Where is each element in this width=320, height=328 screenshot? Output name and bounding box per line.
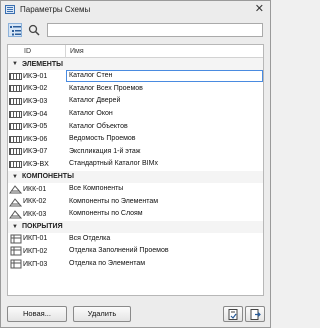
app-icon	[5, 5, 15, 14]
item-name[interactable]: Все Компоненты	[66, 183, 263, 195]
item-id: ИКЭ-07	[23, 148, 48, 156]
button-bar: Новая... Удалить	[1, 306, 270, 324]
list-item[interactable]: ИКЭ-04 Каталог Окон	[8, 108, 263, 121]
schedule-list: ID Имя ▼ ЭЛЕМЕНТЫ ИКЭ-01 Каталог Стен ИКЭ-02…	[7, 44, 264, 296]
schedule-element-icon	[8, 108, 23, 120]
item-id: ИКП-01	[23, 235, 48, 243]
list-body: ▼ ЭЛЕМЕНТЫ ИКЭ-01 Каталог Стен ИКЭ-02 Каталог…	[8, 58, 263, 270]
list-item[interactable]: ИКП-03 Отделка по Элементам	[8, 258, 263, 271]
item-id: ИКЭ-04	[23, 110, 48, 118]
schedule-component-icon	[8, 196, 23, 208]
item-name[interactable]: Отделка по Элементам	[66, 258, 263, 270]
list-header: ID Имя	[8, 45, 263, 58]
schedule-component-icon	[8, 183, 23, 195]
item-name[interactable]: Ведомость Проемов	[66, 133, 263, 145]
export-icon	[250, 309, 261, 320]
item-name[interactable]: Вся Отделка	[66, 233, 263, 245]
list-item[interactable]: ИКЭ-BX Стандартный Каталог BIMx	[8, 158, 263, 171]
item-name[interactable]: Компоненты по Слоям	[66, 208, 263, 220]
import-button[interactable]	[223, 306, 243, 322]
list-item[interactable]: ИКЭ-02 Каталог Всех Проемов	[8, 83, 263, 96]
schedule-element-icon	[8, 146, 23, 158]
column-header-name[interactable]: Имя	[66, 45, 84, 58]
item-name[interactable]: Отделка Заполнений Проемов	[66, 245, 263, 257]
delete-button[interactable]: Удалить	[73, 306, 131, 322]
schedule-surface-icon	[8, 258, 23, 270]
new-button[interactable]: Новая...	[7, 306, 67, 322]
list-item[interactable]: ИКК-01 Все Компоненты	[8, 183, 263, 196]
column-header-id[interactable]: ID	[8, 45, 66, 58]
title-bar: Параметры Схемы ✕	[1, 1, 270, 18]
item-name[interactable]: Экспликация 1-й этаж	[66, 146, 263, 158]
item-id: ИКК-01	[23, 185, 47, 193]
search-icon[interactable]	[28, 24, 40, 36]
list-item[interactable]: ИКЭ-07 Экспликация 1-й этаж	[8, 146, 263, 159]
group-header[interactable]: ▼ КОМПОНЕНТЫ	[8, 170, 263, 183]
schedule-surface-icon	[8, 233, 23, 245]
item-id: ИКП-03	[23, 260, 48, 268]
item-name[interactable]: Каталог Дверей	[66, 95, 263, 107]
toolbar	[1, 23, 270, 41]
list-item[interactable]: ИКП-01 Вся Отделка	[8, 233, 263, 246]
item-id: ИКП-02	[23, 247, 48, 255]
item-name[interactable]: Каталог Стен	[66, 70, 263, 83]
item-name[interactable]: Стандартный Каталог BIMx	[66, 158, 263, 170]
list-view-icon[interactable]	[8, 23, 22, 37]
group-label: ПОКРЫТИЯ	[22, 223, 63, 231]
group-header[interactable]: ▼ ЭЛЕМЕНТЫ	[8, 58, 263, 70]
schedule-element-icon	[8, 121, 23, 133]
group-header[interactable]: ▼ ПОКРЫТИЯ	[8, 220, 263, 233]
item-id: ИКК-02	[23, 198, 47, 206]
schedule-component-icon	[8, 208, 23, 220]
item-id: ИКК-03	[23, 210, 47, 218]
schedule-settings-window: Параметры Схемы ✕ ID Имя ▼ ЭЛЕМЕНТЫ ИКЭ-…	[0, 0, 271, 328]
schedule-element-icon	[8, 158, 23, 170]
item-id: ИКЭ-05	[23, 123, 48, 131]
item-name[interactable]: Компоненты по Элементам	[66, 196, 263, 208]
chevron-down-icon[interactable]: ▼	[8, 174, 22, 180]
list-item[interactable]: ИКК-02 Компоненты по Элементам	[8, 195, 263, 208]
list-item[interactable]: ИКЭ-06 Ведомость Проемов	[8, 133, 263, 146]
item-id: ИКЭ-03	[23, 97, 48, 105]
item-id: ИКЭ-01	[23, 72, 48, 80]
group-label: КОМПОНЕНТЫ	[22, 173, 74, 181]
import-icon	[228, 309, 238, 320]
schedule-surface-icon	[8, 245, 23, 257]
schedule-element-icon	[8, 95, 23, 107]
item-name[interactable]: Каталог Окон	[66, 108, 263, 120]
item-id: ИКЭ-02	[23, 85, 48, 93]
list-item[interactable]: ИКП-02 Отделка Заполнений Проемов	[8, 245, 263, 258]
list-item[interactable]: ИКЭ-01 Каталог Стен	[8, 70, 263, 83]
item-id: ИКЭ-BX	[23, 160, 49, 168]
close-icon[interactable]: ✕	[255, 3, 264, 15]
window-title: Параметры Схемы	[20, 5, 91, 14]
schedule-element-icon	[8, 133, 23, 145]
export-button[interactable]	[245, 306, 265, 322]
schedule-element-icon	[8, 70, 23, 82]
list-item[interactable]: ИКК-03 Компоненты по Слоям	[8, 208, 263, 221]
list-item[interactable]: ИКЭ-03 Каталог Дверей	[8, 95, 263, 108]
item-name[interactable]: Каталог Всех Проемов	[66, 83, 263, 95]
group-label: ЭЛЕМЕНТЫ	[22, 60, 63, 68]
list-item[interactable]: ИКЭ-05 Каталог Объектов	[8, 120, 263, 133]
chevron-down-icon[interactable]: ▼	[8, 61, 22, 67]
schedule-element-icon	[8, 83, 23, 95]
item-id: ИКЭ-06	[23, 135, 48, 143]
search-input[interactable]	[47, 23, 263, 37]
item-name[interactable]: Каталог Объектов	[66, 121, 263, 133]
chevron-down-icon[interactable]: ▼	[8, 224, 22, 230]
